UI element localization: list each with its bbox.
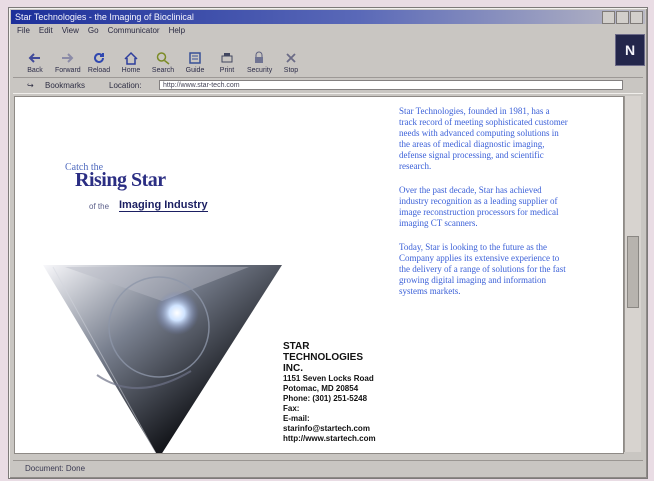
menu-edit[interactable]: Edit: [39, 25, 53, 37]
stop-icon: [286, 53, 296, 63]
print-button[interactable]: Print: [215, 51, 239, 75]
scrollbar-thumb[interactable]: [627, 236, 639, 308]
url-field[interactable]: http://www.star-tech.com: [159, 80, 623, 90]
location-label: Location:: [109, 81, 142, 90]
company-web[interactable]: http://www.startech.com: [283, 434, 378, 444]
home-label: Home: [121, 67, 141, 74]
guide-button[interactable]: Guide: [183, 51, 207, 75]
company-phone: Phone: (301) 251-5248: [283, 394, 368, 403]
imaging-industry-text: Imaging Industry: [119, 199, 208, 212]
menu-go[interactable]: Go: [88, 25, 99, 37]
vertical-scrollbar[interactable]: [624, 96, 641, 452]
location-bar: ↪ Bookmarks Location: http://www.star-te…: [13, 77, 643, 94]
back-icon: [28, 53, 40, 63]
company-name-line3: INC.: [283, 363, 303, 374]
forward-icon: [62, 53, 74, 63]
browser-window: Star Technologies - the Imaging of Biocl…: [8, 7, 648, 479]
guide-label: Guide: [185, 67, 205, 74]
menu-communicator[interactable]: Communicator: [108, 25, 160, 37]
rising-star-logo: Catch the Rising Star of the Imaging Ind…: [65, 159, 245, 219]
company-contact: STAR TECHNOLOGIES INC. 1151 Seven Locks …: [283, 341, 378, 444]
status-text: Document: Done: [25, 464, 86, 473]
reload-icon: [94, 52, 104, 63]
window-controls: [602, 11, 643, 24]
print-label: Print: [219, 67, 235, 74]
paragraph-about: Star Technologies, founded in 1981, has …: [399, 106, 568, 171]
minimize-icon[interactable]: [602, 11, 615, 24]
company-email-label: E-mail:: [283, 414, 310, 423]
page-content: Catch the Rising Star of the Imaging Ind…: [14, 96, 624, 454]
menu-view[interactable]: View: [62, 25, 79, 37]
reload-label: Reload: [87, 67, 111, 74]
title-bar: Star Technologies - the Imaging of Biocl…: [11, 10, 645, 24]
paragraph-future: Today, Star is looking to the future as …: [399, 242, 566, 296]
status-bar: Document: Done: [13, 460, 643, 476]
company-address: 1151 Seven Locks Road: [283, 374, 374, 383]
back-label: Back: [27, 67, 43, 74]
stop-button[interactable]: Stop: [279, 51, 303, 75]
print-icon: [221, 53, 233, 63]
security-icon: [255, 51, 263, 63]
home-button[interactable]: Home: [119, 51, 143, 75]
star-triangle-art: [43, 265, 282, 453]
forward-button[interactable]: Forward: [55, 51, 81, 75]
body-copy: Star Technologies, founded in 1981, has …: [399, 106, 569, 310]
reload-button[interactable]: Reload: [87, 51, 111, 75]
search-button[interactable]: Search: [151, 51, 175, 75]
back-button[interactable]: Back: [23, 51, 47, 75]
rising-star-title: Rising Star: [75, 169, 166, 191]
company-fax: Fax:: [283, 404, 300, 413]
security-label: Security: [247, 67, 273, 74]
browser-logo-icon: N: [615, 34, 645, 66]
search-label: Search: [151, 67, 175, 74]
search-icon: [156, 52, 170, 65]
company-name-line2: TECHNOLOGIES: [283, 352, 364, 363]
company-city: Potomac, MD 20854: [283, 384, 359, 393]
navigation-toolbar: Back Forward Reload Home Search Guide Pr…: [13, 39, 613, 75]
bookmark-arrow-icon[interactable]: ↪: [27, 78, 34, 93]
guide-icon: [189, 52, 201, 64]
maximize-icon[interactable]: [616, 11, 629, 24]
company-email[interactable]: starinfo@startech.com: [283, 424, 378, 434]
bookmarks-button[interactable]: Bookmarks: [45, 78, 85, 93]
of-the-text: of the: [89, 202, 110, 211]
stop-label: Stop: [283, 67, 299, 74]
menu-file[interactable]: File: [17, 25, 30, 37]
forward-label: Forward: [55, 67, 81, 74]
home-icon: [124, 51, 138, 65]
menu-help[interactable]: Help: [169, 25, 185, 37]
security-button[interactable]: Security: [247, 51, 273, 75]
menu-bar: File Edit View Go Communicator Help: [17, 25, 185, 37]
company-name-line1: STAR: [283, 341, 310, 352]
window-title: Star Technologies - the Imaging of Biocl…: [15, 12, 194, 22]
close-icon[interactable]: [630, 11, 643, 24]
paragraph-history: Over the past decade, Star has achieved …: [399, 185, 559, 228]
